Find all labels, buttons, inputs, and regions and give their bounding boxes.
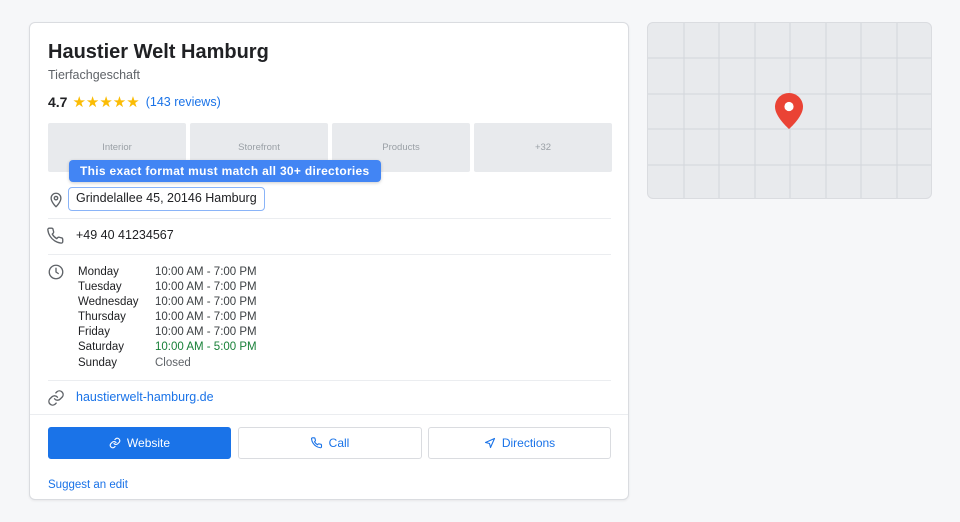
hours-day: Thursday [78,311,126,324]
link-icon [109,437,121,449]
rating-value: 4.7 [48,94,68,110]
phone-icon [47,227,65,245]
hours-time: 10:00 AM - 7:00 PM [155,296,257,309]
divider [48,380,611,381]
hours-time-closed: Closed [155,356,191,369]
link-icon [47,389,65,407]
rating-row: 4.7 ★★★★★ (143 reviews) [48,93,221,111]
call-button[interactable]: Call [238,427,422,459]
hours-time: 10:00 AM - 7:00 PM [155,326,257,339]
star-rating-icon: ★★★★★ [72,94,140,111]
hours-time-today: 10:00 AM - 5:00 PM [155,341,257,354]
hours-time: 10:00 AM - 7:00 PM [155,281,257,294]
website-button[interactable]: Website [48,427,231,459]
suggest-edit-link[interactable]: Suggest an edit [48,479,128,491]
phone-number[interactable]: +49 40 41234567 [76,228,174,242]
website-link[interactable]: haustierwelt-hamburg.de [76,390,214,404]
hours-row: Tuesday 10:00 AM - 7:00 PM [78,280,257,295]
hours-row: Saturday 10:00 AM - 5:00 PM [78,340,257,355]
call-button-label: Call [328,436,350,450]
address-field[interactable]: Grindelallee 45, 20146 Hamburg [68,187,265,211]
format-tooltip: This exact format must match all 30+ dir… [69,160,381,182]
directions-button-label: Directions [501,436,556,450]
hours-row: Sunday Closed [78,356,257,371]
business-name: Haustier Welt Hamburg [48,41,269,63]
map-pin-icon[interactable] [775,93,803,129]
hours-day: Monday [78,266,119,278]
hours-row: Thursday 10:00 AM - 7:00 PM [78,310,257,325]
map-preview[interactable] [647,22,932,199]
hours-day: Sunday [78,356,118,369]
website-button-label: Website [126,436,171,450]
map-grid [648,23,931,198]
business-category: Tierfachgeschaft [48,68,140,82]
divider [48,218,611,219]
reviews-link[interactable]: (143 reviews) [146,95,221,109]
opening-hours: Monday 10:00 AM - 7:00 PM Tuesday 10:00 … [78,265,257,371]
phone-icon [310,437,323,449]
hours-day: Saturday [78,341,125,354]
directions-button[interactable]: Directions [428,427,611,459]
hours-row: Friday 10:00 AM - 7:00 PM [78,325,257,340]
location-pin-icon [47,191,65,209]
hours-day: Tuesday [78,281,122,294]
hours-time: 10:00 AM - 7:00 PM [155,311,257,324]
divider [30,414,628,415]
navigation-arrow-icon [484,437,496,449]
hours-day: Friday [78,326,110,339]
divider [48,254,611,255]
business-profile-card: Haustier Welt Hamburg Tierfachgeschaft 4… [29,22,629,500]
clock-icon [47,263,65,281]
hours-row: Wednesday 10:00 AM - 7:00 PM [78,295,257,310]
hours-time: 10:00 AM - 7:00 PM [155,266,257,278]
photo-more[interactable]: +32 [474,123,612,172]
hours-row: Monday 10:00 AM - 7:00 PM [78,265,257,280]
hours-day: Wednesday [78,296,139,309]
